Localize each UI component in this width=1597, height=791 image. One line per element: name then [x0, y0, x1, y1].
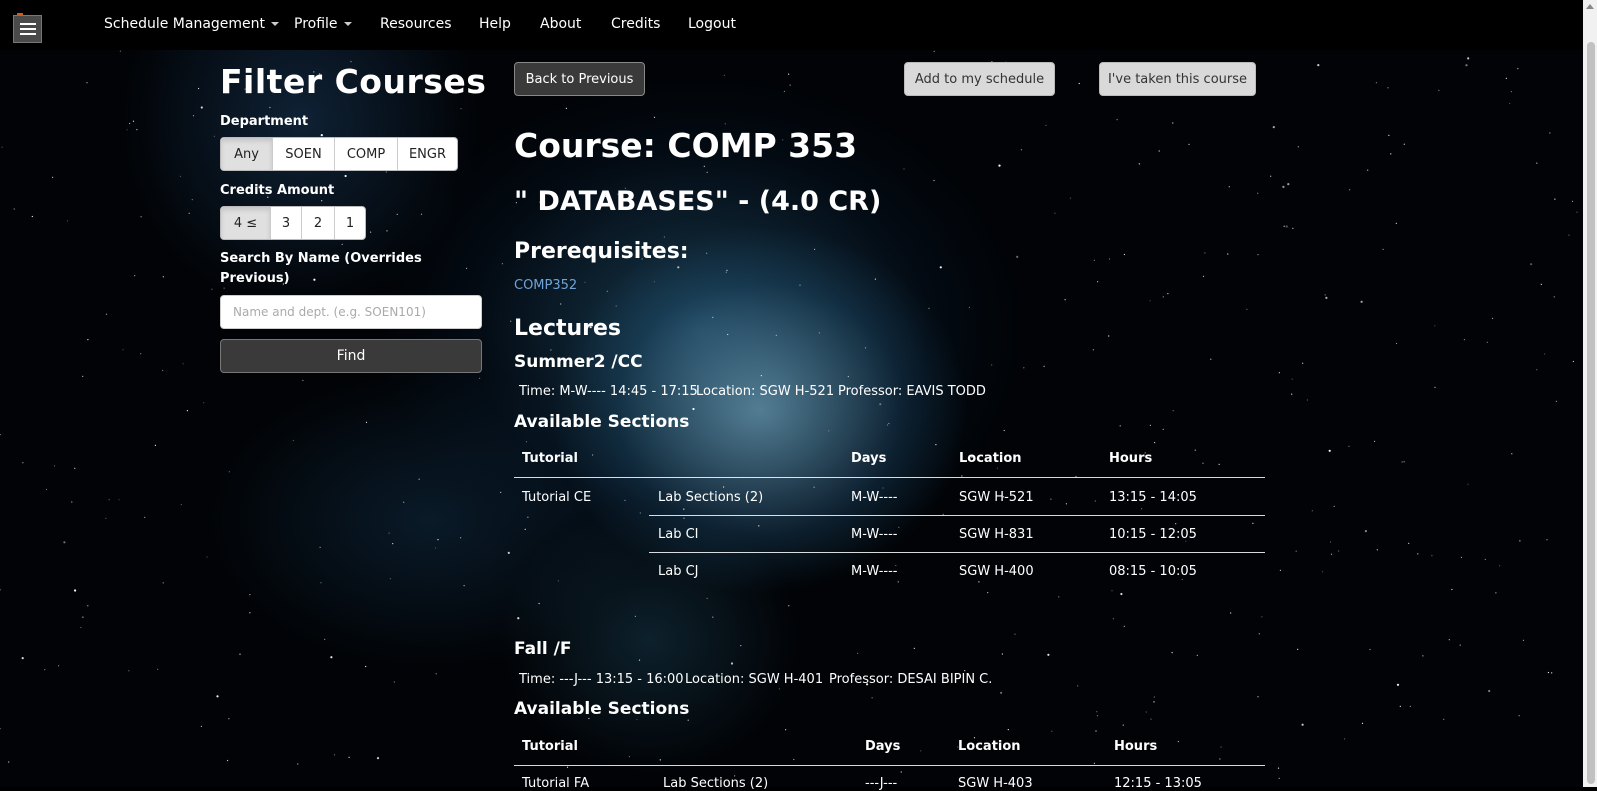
filter-title: Filter Courses [220, 62, 487, 101]
nav-logout[interactable]: Logout [688, 16, 736, 32]
column-header-hours: Hours [1114, 739, 1158, 754]
scroll-up-arrow-icon[interactable] [1586, 4, 1594, 9]
hours-cell: 12:15 - 13:05 [1114, 776, 1202, 791]
nav-resources[interactable]: Resources [380, 16, 452, 32]
caret-down-icon [271, 22, 280, 26]
course-title: " DATABASES" - (4.0 CR) [514, 186, 882, 217]
department-label: Department [220, 114, 309, 129]
available-sections-heading: Available Sections [514, 412, 690, 432]
prerequisite-link[interactable]: COMP352 [514, 278, 577, 293]
lecture-location: Location: SGW H-401 [685, 672, 824, 687]
lecture-time: Time: ---J--- 13:15 - 16:00 [519, 672, 684, 687]
location-cell: SGW H-521 [959, 490, 1034, 505]
search-label-line1: Search By Name (Overrides [220, 251, 422, 266]
back-to-previous-button[interactable]: Back to Previous [514, 62, 645, 96]
scrollbar-thumb[interactable] [1587, 42, 1595, 784]
credits-3-button[interactable]: 3 [271, 207, 302, 239]
add-to-schedule-button[interactable]: Add to my schedule [904, 62, 1055, 96]
taken-course-button[interactable]: I've taken this course [1099, 62, 1256, 96]
hours-cell: 13:15 - 14:05 [1109, 490, 1197, 505]
department-button-group: Any SOEN COMP ENGR [220, 137, 458, 171]
lab-cell: Lab Sections (2) [663, 776, 769, 791]
nav-about[interactable]: About [540, 16, 581, 32]
location-cell: SGW H-403 [958, 776, 1033, 791]
nav-schedule-management[interactable]: Schedule Management [104, 16, 280, 32]
lab-cell: Lab Sections (2) [658, 490, 764, 505]
department-engr-button[interactable]: ENGR [398, 138, 457, 170]
lecture-term: Fall /F [514, 639, 572, 659]
lecture-term: Summer2 /CC [514, 352, 643, 372]
days-cell: ---J--- [865, 776, 898, 791]
credits-1-button[interactable]: 1 [335, 207, 365, 239]
lecture-professor: Professor: EAVIS TODD [838, 384, 986, 399]
department-comp-button[interactable]: COMP [335, 138, 398, 170]
caret-down-icon [343, 22, 352, 26]
table-header-divider [514, 765, 1265, 766]
lecture-professor: Professor: DESAI BIPIN C. [829, 672, 993, 687]
department-any-button[interactable]: Any [221, 138, 273, 170]
row-divider [649, 552, 1265, 553]
search-label-line2: Previous) [220, 271, 290, 286]
row-divider [649, 515, 1265, 516]
credits-button-group: 4 ≤ 3 2 1 [220, 206, 366, 240]
nav-help[interactable]: Help [479, 16, 511, 32]
column-header-location: Location [959, 451, 1022, 466]
tutorial-cell: Tutorial CE [522, 490, 592, 505]
column-header-tutorial: Tutorial [522, 739, 578, 754]
days-cell: M-W---- [851, 527, 898, 542]
department-soen-button[interactable]: SOEN [273, 138, 335, 170]
hours-cell: 08:15 - 10:05 [1109, 564, 1197, 579]
column-header-hours: Hours [1109, 451, 1153, 466]
credits-2-button[interactable]: 2 [302, 207, 335, 239]
days-cell: M-W---- [851, 490, 898, 505]
nav-credits[interactable]: Credits [611, 16, 660, 32]
find-button[interactable]: Find [220, 339, 482, 373]
location-cell: SGW H-831 [959, 527, 1034, 542]
credits-4-or-more-button[interactable]: 4 ≤ [221, 207, 271, 239]
column-header-days: Days [865, 739, 901, 754]
top-navbar: Schedule Management Profile Resources He… [0, 0, 1597, 50]
column-header-location: Location [958, 739, 1021, 754]
location-cell: SGW H-400 [959, 564, 1034, 579]
prerequisites-heading: Prerequisites: [514, 239, 689, 264]
hours-cell: 10:15 - 12:05 [1109, 527, 1197, 542]
course-search-input[interactable] [220, 295, 482, 329]
lecture-time: Time: M-W---- 14:45 - 17:15 [519, 384, 698, 399]
column-header-tutorial: Tutorial [522, 451, 578, 466]
lab-cell: Lab CJ [658, 564, 699, 579]
lab-cell: Lab CI [658, 527, 699, 542]
lectures-heading: Lectures [514, 316, 622, 341]
column-header-days: Days [851, 451, 887, 466]
course-heading: Course: COMP 353 [514, 126, 858, 165]
tutorial-cell: Tutorial FA [522, 776, 590, 791]
lecture-location: Location: SGW H-521 [696, 384, 835, 399]
nav-profile[interactable]: Profile [294, 16, 352, 32]
table-header-divider [514, 477, 1265, 478]
credits-label: Credits Amount [220, 183, 335, 198]
days-cell: M-W---- [851, 564, 898, 579]
hamburger-menu-icon[interactable] [13, 13, 42, 43]
available-sections-heading: Available Sections [514, 699, 690, 719]
